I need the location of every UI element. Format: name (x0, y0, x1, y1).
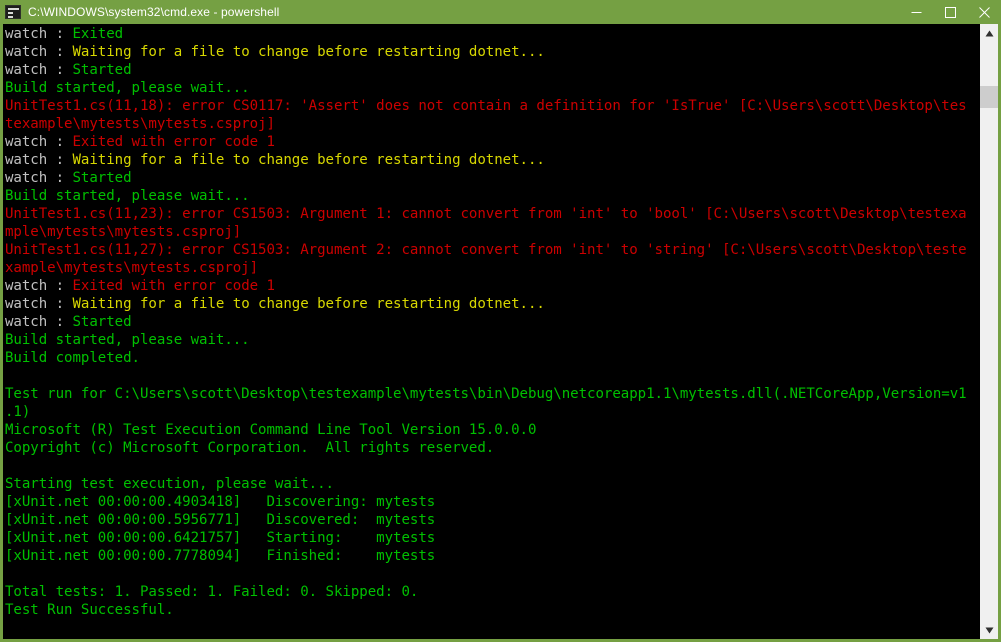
console-line: .1) (5, 403, 979, 421)
console-line: texample\mytests\mytests.csproj] (5, 115, 979, 133)
console-line: UnitTest1.cs(11,27): error CS1503: Argum… (5, 241, 979, 259)
console-text-span: Test Run Successful. (5, 602, 174, 618)
console-text-span: Build completed. (5, 350, 140, 366)
console-line: watch : Exited (5, 25, 979, 43)
console-line: Starting test execution, please wait... (5, 475, 979, 493)
console-text-span: [xUnit.net 00:00:00.7778094] Finished: m… (5, 548, 436, 564)
console-text-span: UnitTest1.cs(11,23): error CS1503: Argum… (5, 206, 967, 222)
console-text-span: Waiting for a file to change before rest… (72, 152, 545, 168)
cmd-console-icon (5, 5, 21, 19)
console-line: UnitTest1.cs(11,18): error CS0117: 'Asse… (5, 97, 979, 115)
scrollbar-track[interactable] (980, 42, 998, 621)
console-line: UnitTest1.cs(11,23): error CS1503: Argum… (5, 205, 979, 223)
console-text-span: [xUnit.net 00:00:00.4903418] Discovering… (5, 494, 436, 510)
console-text-span: Waiting for a file to change before rest… (72, 44, 545, 60)
titlebar-left-group: C:\WINDOWS\system32\cmd.exe - powershell (0, 5, 279, 19)
console-text-span: [xUnit.net 00:00:00.6421757] Starting: m… (5, 530, 436, 546)
console-text-span: watch : (5, 296, 73, 312)
window-titlebar[interactable]: C:\WINDOWS\system32\cmd.exe - powershell (0, 0, 1001, 24)
console-line: Build started, please wait... (5, 79, 979, 97)
console-text-span: watch : (5, 170, 73, 186)
console-line: mple\mytests\mytests.csproj] (5, 223, 979, 241)
console-line: watch : Started (5, 313, 979, 331)
console-text-span: Starting test execution, please wait... (5, 476, 334, 492)
console-line: watch : Exited with error code 1 (5, 133, 979, 151)
console-text-span: Build started, please wait... (5, 80, 250, 96)
console-text-span: xample\mytests\mytests.csproj] (5, 260, 259, 276)
console-text-span: Build started, please wait... (5, 188, 250, 204)
console-text-span: watch : (5, 134, 73, 150)
console-line: watch : Waiting for a file to change bef… (5, 43, 979, 61)
console-text-span: Copyright (c) Microsoft Corporation. All… (5, 440, 495, 456)
console-text-span: Test run for C:\Users\scott\Desktop\test… (5, 386, 967, 402)
terminal-window: C:\WINDOWS\system32\cmd.exe - powershell… (0, 0, 1001, 642)
console-scrollbar[interactable] (979, 24, 998, 639)
console-text-span: watch : (5, 44, 73, 60)
console-text-span: Waiting for a file to change before rest… (72, 296, 545, 312)
console-line: [xUnit.net 00:00:00.5956771] Discovered:… (5, 511, 979, 529)
window-title: C:\WINDOWS\system32\cmd.exe - powershell (28, 5, 280, 19)
console-text-span: Exited (72, 26, 124, 42)
console-text-span: Total tests: 1. Passed: 1. Failed: 0. Sk… (5, 584, 419, 600)
console-line: watch : Started (5, 61, 979, 79)
console-line: Build started, please wait... (5, 187, 979, 205)
console-area: watch : Exited watch : Waiting for a file… (0, 24, 1001, 642)
console-line: watch : Exited with error code 1 (5, 277, 979, 295)
console-text-span: texample\mytests\mytests.csproj] (5, 116, 275, 132)
console-line: Build completed. (5, 349, 979, 367)
console-line: Total tests: 1. Passed: 1. Failed: 0. Sk… (5, 583, 979, 601)
scrollbar-thumb[interactable] (980, 86, 998, 108)
console-text-span: mple\mytests\mytests.csproj] (5, 224, 242, 240)
console-line: [xUnit.net 00:00:00.4903418] Discovering… (5, 493, 979, 511)
console-text-span: watch : (5, 314, 73, 330)
console-line: watch : Started (5, 169, 979, 187)
scroll-down-arrow-icon[interactable] (980, 621, 998, 639)
console-text-span: Build started, please wait... (5, 332, 250, 348)
console-text-span: watch : (5, 152, 73, 168)
console-line: Test run for C:\Users\scott\Desktop\test… (5, 385, 979, 403)
console-text-span: [xUnit.net 00:00:00.5956771] Discovered:… (5, 512, 436, 528)
console-text-span: watch : (5, 62, 73, 78)
console-text-span: UnitTest1.cs(11,18): error CS0117: 'Asse… (5, 98, 967, 114)
console-text-span: Exited with error code 1 (72, 134, 275, 150)
console-line: Test Run Successful. (5, 601, 979, 619)
console-text-span: Started (72, 62, 132, 78)
console-line: Build started, please wait... (5, 331, 979, 349)
console-output[interactable]: watch : Exited watch : Waiting for a file… (3, 24, 979, 639)
console-line: xample\mytests\mytests.csproj] (5, 259, 979, 277)
scroll-up-arrow-icon[interactable] (980, 24, 998, 42)
console-text-span: watch : (5, 278, 73, 294)
console-line: [xUnit.net 00:00:00.7778094] Finished: m… (5, 547, 979, 565)
console-text-span: Exited with error code 1 (72, 278, 275, 294)
minimize-button[interactable] (899, 0, 933, 24)
console-text-span: Started (72, 314, 132, 330)
console-line: [xUnit.net 00:00:00.6421757] Starting: m… (5, 529, 979, 547)
console-text-span: watch : (5, 26, 73, 42)
console-line: watch : Waiting for a file to change bef… (5, 151, 979, 169)
console-line: watch : Waiting for a file to change bef… (5, 295, 979, 313)
close-button[interactable] (967, 0, 1001, 24)
maximize-button[interactable] (933, 0, 967, 24)
console-text-span: Started (72, 170, 132, 186)
console-text-span: Microsoft (R) Test Execution Command Lin… (5, 422, 537, 438)
window-controls (899, 0, 1001, 24)
console-text-span: UnitTest1.cs(11,27): error CS1503: Argum… (5, 242, 967, 258)
console-text-span: .1) (5, 404, 31, 420)
console-line: Copyright (c) Microsoft Corporation. All… (5, 439, 979, 457)
console-line: Microsoft (R) Test Execution Command Lin… (5, 421, 979, 439)
